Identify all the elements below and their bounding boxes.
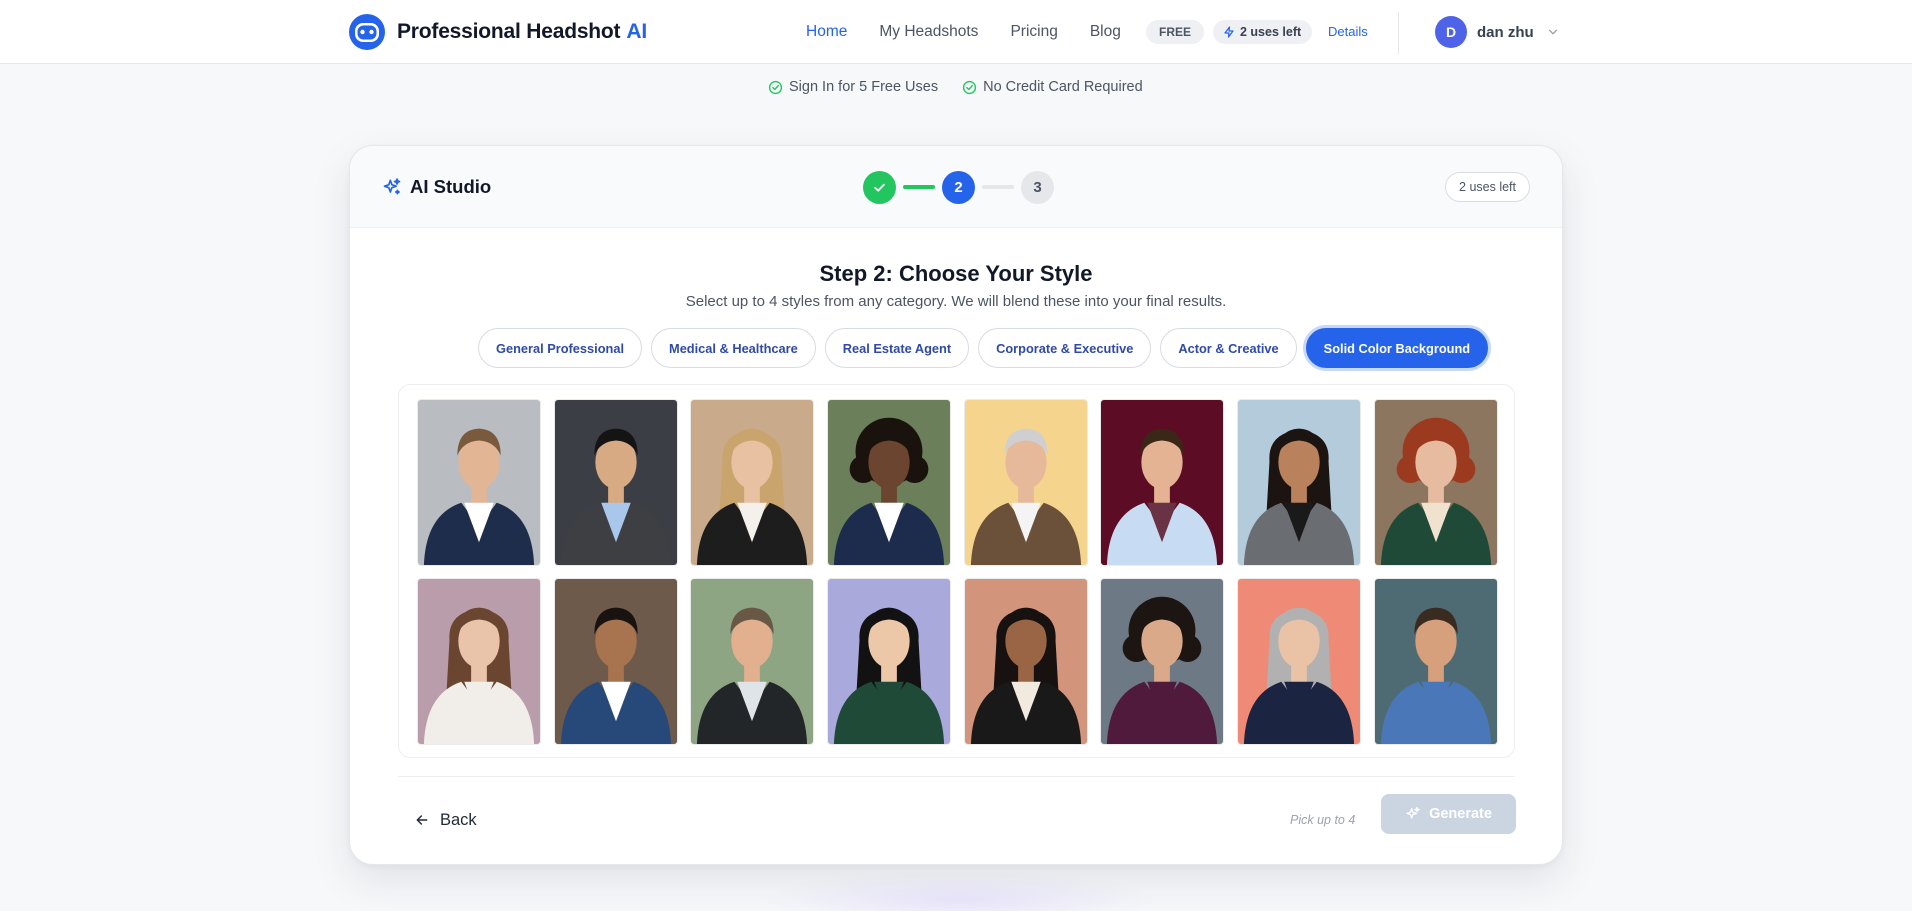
- step-connector: [903, 185, 935, 189]
- step-2-current: 2: [942, 170, 975, 204]
- headshot-image: [964, 400, 1087, 565]
- step-1-complete: [863, 170, 896, 204]
- style-gallery: [398, 384, 1515, 758]
- headshot-image: [418, 579, 540, 744]
- tab-actor-creative[interactable]: Actor & Creative: [1160, 328, 1297, 368]
- headshot-image: [1374, 400, 1497, 565]
- generate-button[interactable]: Generate: [1381, 794, 1516, 834]
- style-tile[interactable]: [553, 399, 678, 566]
- check-circle-icon: [962, 80, 977, 94]
- step-3-pending: 3: [1021, 170, 1054, 204]
- check-circle-icon: [768, 80, 783, 94]
- back-button[interactable]: Back: [414, 802, 477, 838]
- headshot-image: [1101, 579, 1224, 744]
- uses-left-badge: 2 uses left: [1445, 172, 1530, 202]
- step-title: Step 2: Choose Your Style: [819, 261, 1093, 286]
- headshot-image: [1101, 400, 1224, 565]
- trust-row: Sign In for 5 Free Uses No Credit Card R…: [768, 78, 1143, 96]
- footer-divider: [398, 776, 1515, 777]
- uses-left-text: 2 uses left: [1240, 25, 1302, 39]
- headshot-image: [1238, 400, 1361, 565]
- style-tile[interactable]: [690, 578, 815, 745]
- style-tile[interactable]: [690, 399, 815, 566]
- style-category-tabs: General Professional Medical & Healthcar…: [478, 328, 1489, 368]
- studio-title: AI Studio: [410, 176, 492, 197]
- style-tile[interactable]: [1237, 399, 1362, 566]
- style-tile[interactable]: [1373, 578, 1498, 745]
- avatar: D: [1435, 16, 1467, 48]
- plan-badge: FREE: [1146, 20, 1205, 44]
- headshot-image: [554, 400, 677, 565]
- headshot-image: [828, 579, 951, 744]
- headshot-image: [1238, 579, 1361, 744]
- headshot-image: [418, 400, 540, 565]
- step-subtitle: Select up to 4 styles from any category.…: [685, 293, 1227, 310]
- robot-face-icon: [349, 14, 385, 50]
- background-glow: [760, 870, 1160, 911]
- user-name: dan zhu: [1477, 23, 1534, 41]
- headshot-image: [554, 579, 677, 744]
- nav-blog[interactable]: Blog: [1090, 23, 1121, 41]
- style-tile[interactable]: [1100, 578, 1225, 745]
- studio-heading: AI Studio: [382, 176, 491, 198]
- tab-general-professional[interactable]: General Professional: [478, 328, 643, 368]
- headshot-image: [691, 579, 814, 744]
- nav-my-headshots[interactable]: My Headshots: [879, 23, 978, 41]
- tab-medical-healthcare[interactable]: Medical & Healthcare: [651, 328, 816, 368]
- style-tile[interactable]: [1373, 399, 1498, 566]
- brand-ai-accent: AI: [626, 20, 647, 43]
- headshot-image: [828, 400, 951, 565]
- tab-real-estate-agent[interactable]: Real Estate Agent: [824, 328, 970, 368]
- main-nav: Home My Headshots Pricing Blog: [806, 20, 1153, 44]
- style-tile[interactable]: [827, 578, 952, 745]
- headshot-image: [1374, 579, 1497, 744]
- chevron-down-icon: [1548, 29, 1557, 35]
- generate-label: Generate: [1429, 806, 1492, 822]
- nav-divider: [1398, 12, 1399, 54]
- nav-home[interactable]: Home: [806, 23, 847, 41]
- brand[interactable]: Professional Headshot AI: [347, 12, 647, 52]
- arrow-left-icon: [416, 815, 428, 825]
- pick-hint: Pick up to 4: [1290, 813, 1356, 827]
- lightning-icon: [1224, 26, 1234, 38]
- details-link[interactable]: Details: [1328, 24, 1368, 39]
- style-tile[interactable]: [963, 578, 1088, 745]
- card-header: AI Studio 2 3 2 uses left: [350, 146, 1562, 228]
- headshot-image: [964, 579, 1087, 744]
- style-tile[interactable]: [417, 578, 541, 745]
- trust-item-no-card: No Credit Card Required: [962, 79, 1143, 95]
- back-label: Back: [440, 810, 477, 829]
- ai-studio-card: AI Studio 2 3 2 uses left Step 2: Choose…: [349, 145, 1563, 865]
- uses-left-pill: 2 uses left: [1213, 20, 1313, 44]
- style-tile[interactable]: [417, 399, 541, 566]
- style-grid: [417, 399, 1498, 745]
- nav-pricing[interactable]: Pricing: [1010, 23, 1057, 41]
- sparkles-icon: [383, 178, 401, 195]
- user-menu[interactable]: D dan zhu: [1435, 16, 1560, 48]
- style-tile[interactable]: [827, 399, 952, 566]
- style-tile[interactable]: [963, 399, 1088, 566]
- style-tile[interactable]: [1100, 399, 1225, 566]
- style-tile[interactable]: [1237, 578, 1362, 745]
- tab-solid-color-background[interactable]: Solid Color Background: [1305, 328, 1489, 368]
- step-connector: [982, 185, 1014, 189]
- trust-label: No Credit Card Required: [983, 79, 1143, 95]
- sparkles-icon: [1406, 807, 1420, 819]
- headshot-image: [691, 400, 814, 565]
- brand-name: Professional Headshot AI: [397, 20, 647, 43]
- style-tile[interactable]: [553, 578, 678, 745]
- stepper: 2 3: [863, 170, 1054, 204]
- tab-corporate-executive[interactable]: Corporate & Executive: [978, 328, 1152, 368]
- top-navbar: Professional Headshot AI Home My Headshot…: [0, 0, 1912, 64]
- trust-label: Sign In for 5 Free Uses: [789, 79, 939, 95]
- check-icon: [874, 183, 885, 192]
- trust-item-sign-in: Sign In for 5 Free Uses: [768, 79, 938, 95]
